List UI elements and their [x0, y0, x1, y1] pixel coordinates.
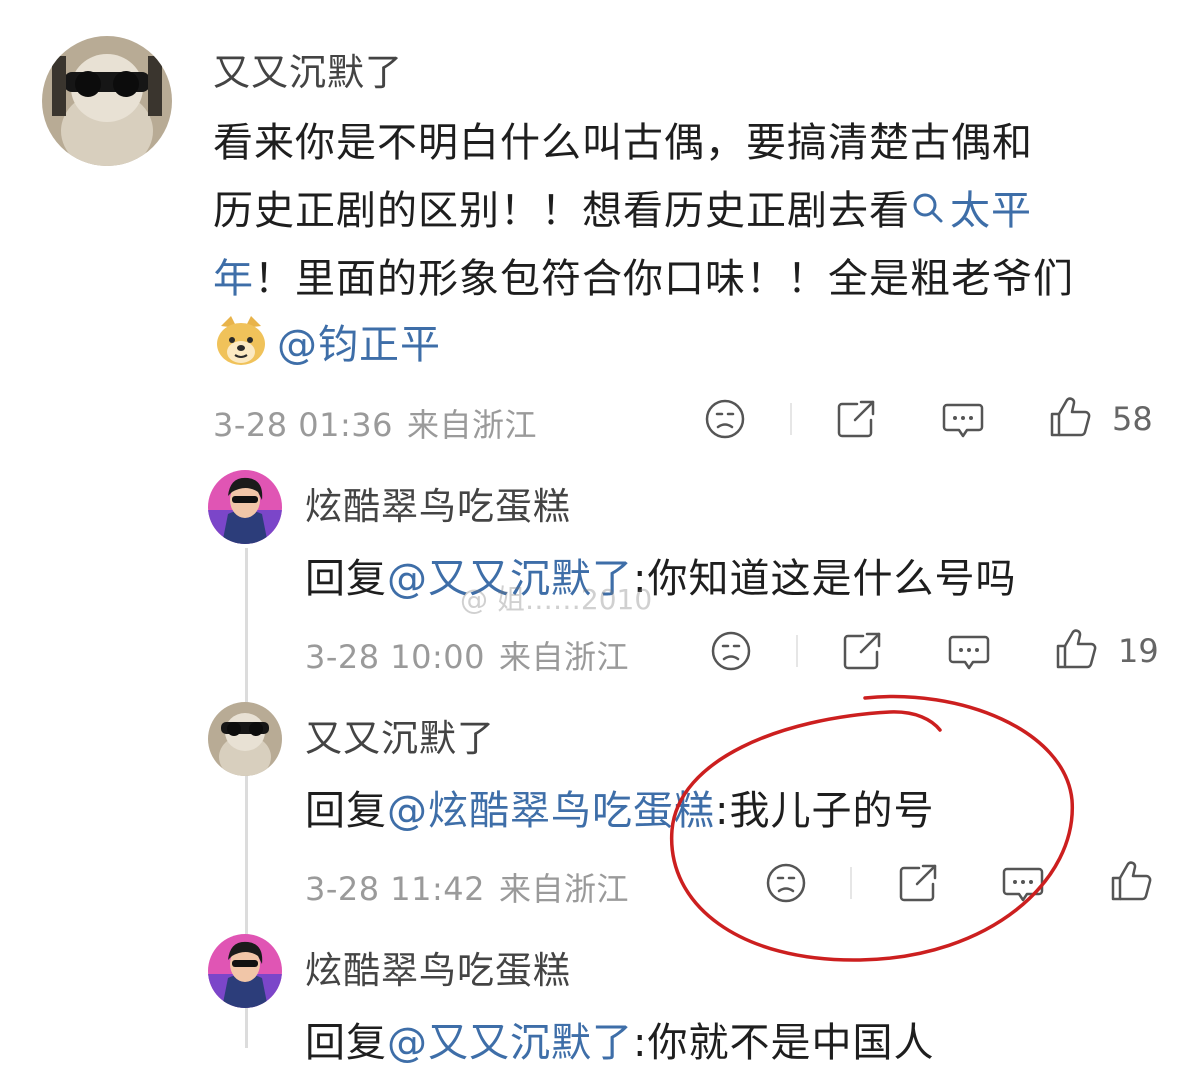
reply-username[interactable]: 炫酷翠鸟吃蛋糕 [305, 476, 571, 530]
avatar-user-youyou[interactable] [42, 36, 172, 166]
doge-emoji-icon [217, 316, 265, 365]
reply-prefix: 回复 [305, 1020, 387, 1066]
topic-link-text: 太平 [950, 188, 1032, 234]
reply-username[interactable]: 炫酷翠鸟吃蛋糕 [305, 940, 571, 994]
reply-username[interactable]: 又又沉默了 [305, 708, 495, 762]
action-separator [850, 867, 852, 899]
reply-mention-link[interactable]: @又又沉默了 [387, 1020, 633, 1066]
frown-face-icon[interactable] [763, 860, 809, 906]
search-icon [913, 193, 943, 223]
reply-date: 3-28 11:42 [305, 870, 486, 908]
avatar-user-xuanku[interactable] [208, 470, 282, 544]
thumbs-up-icon[interactable] [1047, 394, 1093, 440]
reply-text: 回复@又又沉默了:你就不是中国人 [305, 1010, 934, 1068]
comment-username[interactable]: 又又沉默了 [213, 42, 403, 96]
reply-content: :我儿子的号 [715, 788, 935, 834]
reply-content: :你就不是中国人 [633, 1020, 935, 1066]
reply-meta: 3-28 11:42 来自浙江 [305, 864, 629, 910]
reply-date: 3-28 10:00 [305, 638, 486, 676]
mention-link[interactable]: @钧正平 [277, 322, 441, 368]
comment-text-line-4: @钧正平 [213, 312, 441, 370]
comment-icon[interactable] [946, 628, 992, 674]
reply-text: 回复@炫酷翠鸟吃蛋糕:我儿子的号 [305, 778, 934, 836]
reply-meta: 3-28 10:00 来自浙江 [305, 632, 629, 678]
reply-mention-link[interactable]: @炫酷翠鸟吃蛋糕 [387, 788, 715, 834]
comment-text-segment: 历史正剧的区别！！想看历史正剧去看 [213, 188, 910, 234]
thumbs-up-icon[interactable] [1108, 858, 1154, 904]
frown-face-icon[interactable] [702, 396, 748, 442]
avatar-user-xuanku[interactable] [208, 934, 282, 1008]
reply-location: 来自浙江 [499, 870, 630, 908]
topic-link-continuation[interactable]: 年 [213, 256, 254, 302]
comment-date: 3-28 01:36 [213, 406, 394, 444]
avatar-user-youyou[interactable] [208, 702, 282, 776]
reply-prefix: 回复 [305, 788, 387, 834]
action-separator [796, 635, 798, 667]
topic-search-link[interactable]: 太平 [910, 188, 1032, 234]
share-icon[interactable] [833, 396, 879, 442]
frown-face-icon[interactable] [708, 628, 754, 674]
share-icon[interactable] [839, 628, 885, 674]
comment-location: 来自浙江 [407, 406, 538, 444]
share-icon[interactable] [895, 860, 941, 906]
reply-content: :你知道这是什么号吗 [633, 556, 1017, 602]
like-count: 19 [1118, 632, 1159, 670]
comment-text-line-1: 看来你是不明白什么叫古偶，要搞清楚古偶和 [213, 120, 1033, 166]
thumbs-up-icon[interactable] [1053, 626, 1099, 672]
comment-icon[interactable] [1000, 860, 1046, 906]
watermark-text: @ 姐……2010 [460, 583, 653, 616]
comment-text-line-3: 年！里面的形象包符合你口味！！全是粗老爷们 [213, 246, 1074, 304]
comment-text-line-2: 历史正剧的区别！！想看历史正剧去看 太平 [213, 178, 1032, 236]
reply-prefix: 回复 [305, 556, 387, 602]
action-separator [790, 403, 792, 435]
comment-meta: 3-28 01:36 来自浙江 [213, 400, 537, 446]
reply-text: 回复@又又沉默了:你知道这是什么号吗 [305, 546, 1016, 604]
reply-location: 来自浙江 [499, 638, 630, 676]
comment-icon[interactable] [940, 396, 986, 442]
comment-text-segment: ！里面的形象包符合你口味！！全是粗老爷们 [254, 256, 1074, 302]
like-count: 58 [1112, 400, 1153, 438]
